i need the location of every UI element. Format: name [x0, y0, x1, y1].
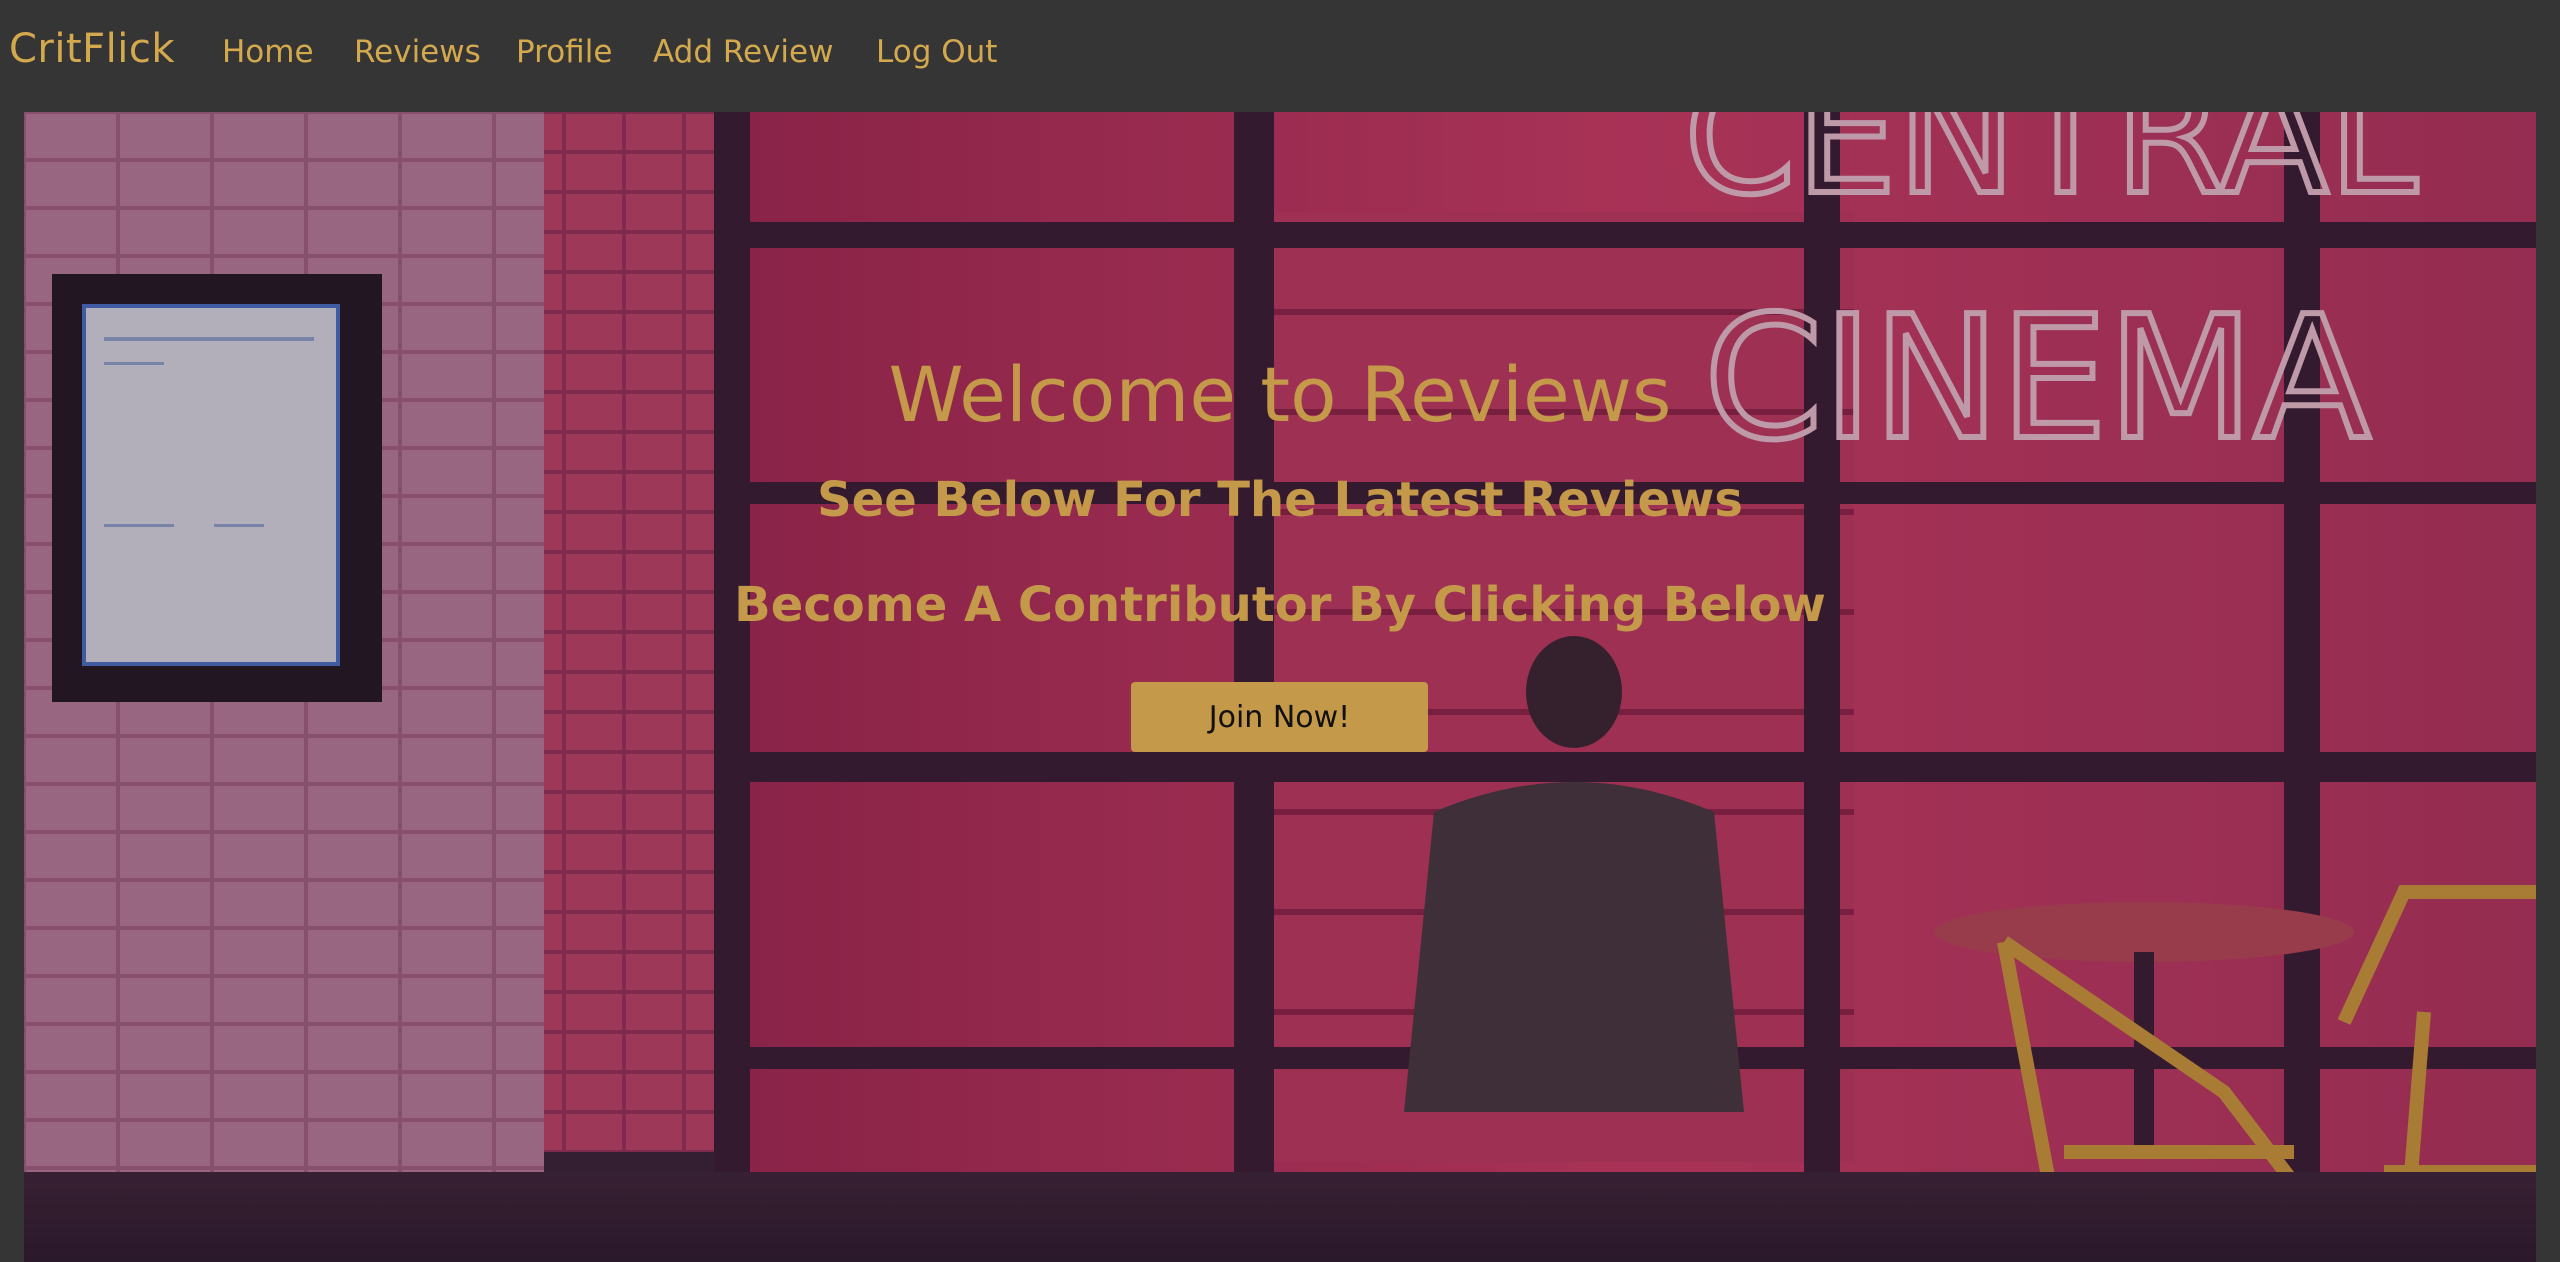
top-navbar: CritFlick Home Reviews Profile Add Revie… [0, 0, 2560, 112]
hero-title: Welcome to Reviews [888, 350, 1672, 439]
nav-link-reviews[interactable]: Reviews [354, 34, 481, 70]
join-now-button[interactable]: Join Now! [1131, 682, 1428, 752]
nav-link-add-review[interactable]: Add Review [653, 34, 833, 70]
hero-banner: CENTRAL CINEMA Welcome to Reviews See Be… [24, 112, 2536, 1262]
nav-link-home[interactable]: Home [222, 34, 314, 70]
hero-subtitle: See Below For The Latest Reviews [817, 472, 1743, 528]
nav-link-profile[interactable]: Profile [516, 34, 612, 70]
hero-cta-text: Become A Contributor By Clicking Below [734, 577, 1826, 633]
nav-link-log-out[interactable]: Log Out [876, 34, 997, 70]
brand-logo[interactable]: CritFlick [9, 26, 175, 72]
